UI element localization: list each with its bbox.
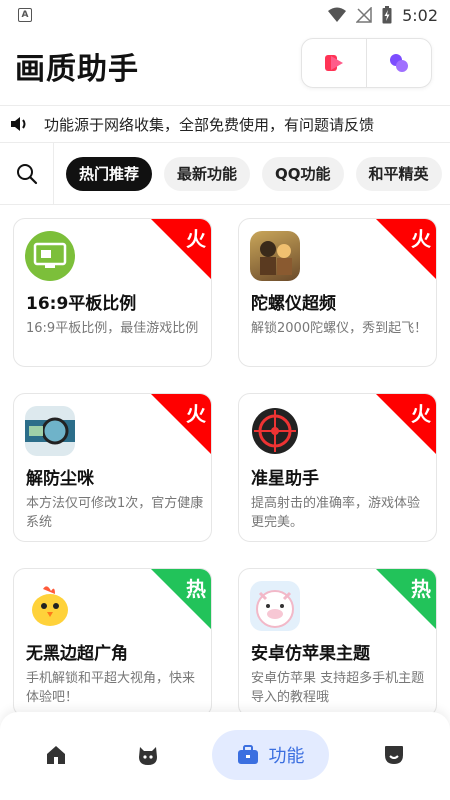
nav-home[interactable] <box>32 730 80 780</box>
crosshair-icon <box>250 406 300 456</box>
home-icon <box>47 746 65 764</box>
feature-card[interactable]: 16:9平板比例 16:9平板比例，最佳游戏比例 火 <box>13 218 212 367</box>
search-button[interactable] <box>0 143 54 204</box>
wifi-icon <box>328 7 347 22</box>
pet-face-icon <box>139 747 157 765</box>
bottom-navigation: 功能 <box>0 712 450 800</box>
badge-label: 热 <box>411 577 431 601</box>
badge-label: 火 <box>411 227 431 251</box>
feature-card[interactable]: 陀螺仪超频 解锁2000陀螺仪，秀到起飞！ 火 <box>238 218 437 367</box>
status-time: 5:02 <box>402 5 438 25</box>
card-title: 陀螺仪超频 <box>251 294 336 314</box>
battery-charging-icon <box>382 6 392 24</box>
video-play-icon <box>325 55 343 71</box>
nav-features[interactable]: 功能 <box>212 730 329 780</box>
badge-label: 热 <box>186 577 206 601</box>
speaker-icon <box>11 117 26 131</box>
video-button[interactable] <box>302 39 366 87</box>
mini-program-button[interactable] <box>366 39 431 87</box>
badge-label: 火 <box>411 402 431 426</box>
badge-label: 火 <box>186 227 206 251</box>
card-description: 安卓仿苹果 支持超多手机主题导入的教程哦 <box>251 671 425 705</box>
profile-icon <box>385 746 403 764</box>
chick-icon <box>25 581 75 631</box>
tab-latest[interactable]: 最新功能 <box>164 156 251 191</box>
badge-label: 火 <box>186 402 206 426</box>
search-icon <box>16 163 37 184</box>
tab-peace-elite[interactable]: 和平精英 <box>355 156 442 191</box>
card-description: 手机解锁和平超大视角，快来体验吧！ <box>26 671 196 705</box>
card-title: 无黑边超广角 <box>26 644 128 664</box>
tab-qq[interactable]: QQ功能 <box>262 156 344 191</box>
card-description: 本方法仅可修改1次，官方健康系统 <box>26 496 204 530</box>
card-description: 解锁2000陀螺仪，秀到起飞！ <box>251 321 428 336</box>
app-title: 画质助手 <box>15 52 139 87</box>
card-description: 提高射击的准确率，游戏体验更完美。 <box>251 496 421 530</box>
card-title: 16:9平板比例 <box>26 294 137 314</box>
category-tabs: 热门推荐 最新功能 QQ功能 和平精英 <box>0 143 450 205</box>
header-actions <box>301 38 432 88</box>
card-description: 16:9平板比例，最佳游戏比例 <box>26 321 199 336</box>
feature-card[interactable]: 无黑边超广角 手机解锁和平超大视角，快来体验吧！ 热 <box>13 568 212 717</box>
purple-dots-icon <box>390 54 408 72</box>
feature-card[interactable]: 准星助手 提高射击的准确率，游戏体验更完美。 火 <box>238 393 437 542</box>
notice-bar: 功能源于网络收集，全部免费使用，有问题请反馈 <box>0 105 450 143</box>
tab-hot-recommend[interactable]: 热门推荐 <box>66 156 153 191</box>
magnifier-screen-icon <box>25 406 75 456</box>
nav-features-label: 功能 <box>268 746 305 767</box>
pig-avatar-icon <box>250 581 300 631</box>
nav-pet[interactable] <box>124 730 172 780</box>
game-characters-icon <box>250 231 300 281</box>
card-title: 解防尘咪 <box>26 469 94 489</box>
card-title: 安卓仿苹果主题 <box>251 644 370 664</box>
nav-profile[interactable] <box>370 730 418 780</box>
status-bar: A 5:02 <box>0 0 450 30</box>
feature-card[interactable]: 安卓仿苹果主题 安卓仿苹果 支持超多手机主题导入的教程哦 热 <box>238 568 437 717</box>
notice-text: 功能源于网络收集，全部免费使用，有问题请反馈 <box>44 115 375 134</box>
briefcase-icon <box>237 745 258 764</box>
no-signal-icon <box>356 7 372 23</box>
feature-card[interactable]: 解防尘咪 本方法仅可修改1次，官方健康系统 火 <box>13 393 212 542</box>
status-app-glyph: A <box>18 8 32 22</box>
card-title: 准星助手 <box>251 469 319 489</box>
tablet-screen-icon <box>25 231 75 281</box>
app-header: 画质助手 <box>0 30 450 104</box>
